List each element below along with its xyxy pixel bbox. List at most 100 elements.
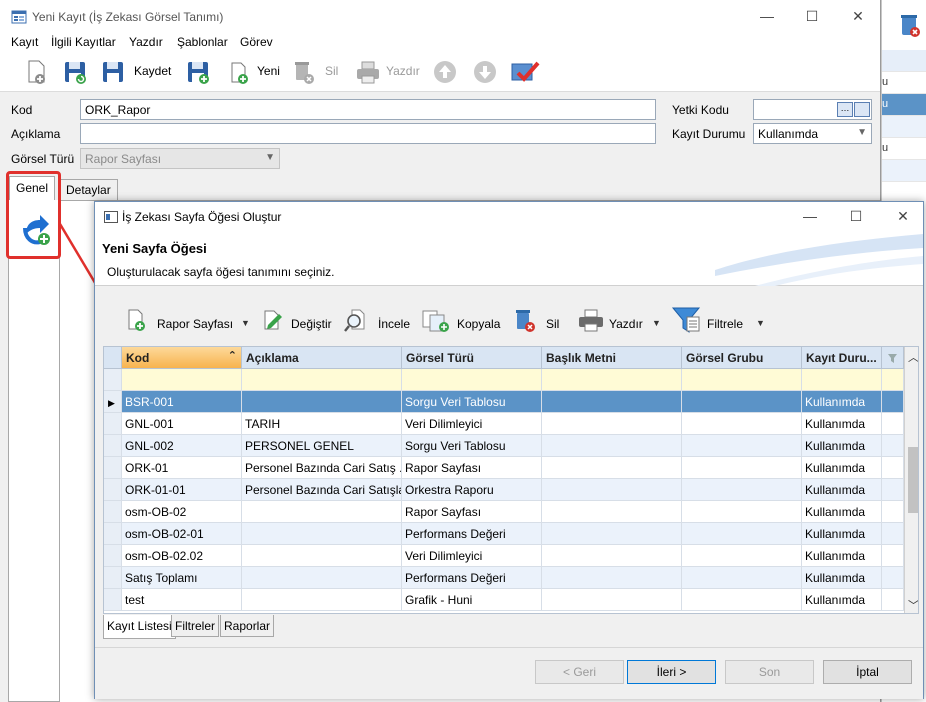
- next-button[interactable]: İleri >: [627, 660, 716, 684]
- grid-cell-kod[interactable]: GNL-002: [122, 435, 242, 457]
- grid-cell-grup[interactable]: [682, 501, 802, 523]
- save-refresh-icon[interactable]: [63, 58, 89, 86]
- close-button[interactable]: ✕: [843, 6, 873, 26]
- sil-dialog-button[interactable]: Sil: [546, 317, 559, 331]
- tab-detaylar[interactable]: Detaylar: [59, 179, 118, 200]
- filtrele-dropdown-icon[interactable]: ▼: [756, 318, 765, 328]
- menu-gorev[interactable]: Görev: [240, 35, 273, 49]
- incele-button[interactable]: İncele: [378, 317, 410, 331]
- grid-cell-baslik[interactable]: [542, 479, 682, 501]
- approve-check-icon[interactable]: [510, 58, 540, 86]
- column-header-aciklama[interactable]: Açıklama: [242, 347, 402, 369]
- save-new-icon[interactable]: [186, 58, 212, 86]
- recycle-bin-icon[interactable]: [898, 12, 922, 38]
- grid-cell-baslik[interactable]: [542, 413, 682, 435]
- grid-cell-grup[interactable]: [682, 545, 802, 567]
- kod-input[interactable]: ORK_Rapor: [80, 99, 656, 120]
- grid-cell-gorsel-turu[interactable]: Orkestra Raporu: [402, 479, 542, 501]
- scroll-up-icon[interactable]: ︿: [908, 349, 918, 365]
- column-header-kod[interactable]: Kod ⌃: [122, 347, 242, 369]
- column-header-kayit-durumu[interactable]: Kayıt Duru...: [802, 347, 882, 369]
- grid-cell-baslik[interactable]: [542, 391, 682, 413]
- yazdir-dialog-button[interactable]: Yazdır: [609, 317, 643, 331]
- grid-cell-aciklama[interactable]: PERSONEL GENEL: [242, 435, 402, 457]
- grid-cell-grup[interactable]: [682, 567, 802, 589]
- grid-cell-gorsel-turu[interactable]: Performans Değeri: [402, 523, 542, 545]
- grid-cell-aciklama[interactable]: Personel Bazında Cari Satış ...: [242, 457, 402, 479]
- filter-cell-kod[interactable]: [122, 369, 242, 391]
- grid-cell-aciklama[interactable]: [242, 523, 402, 545]
- grid-cell-kod[interactable]: osm-OB-02.02: [122, 545, 242, 567]
- grid-cell-gorsel-turu[interactable]: Performans Değeri: [402, 567, 542, 589]
- tab-filtreler[interactable]: Filtreler: [171, 615, 220, 637]
- grid-cell-durum[interactable]: Kullanımda: [802, 545, 882, 567]
- grid-cell-baslik[interactable]: [542, 567, 682, 589]
- copy-icon[interactable]: [421, 307, 451, 333]
- save-icon[interactable]: [101, 58, 127, 86]
- printer-icon[interactable]: [576, 307, 606, 333]
- grid-cell-gorsel-turu[interactable]: Rapor Sayfası: [402, 501, 542, 523]
- aciklama-input[interactable]: [80, 123, 656, 144]
- grid-cell-gorsel-turu[interactable]: Rapor Sayfası: [402, 457, 542, 479]
- grid-cell-durum[interactable]: Kullanımda: [802, 567, 882, 589]
- filter-icon[interactable]: [671, 305, 701, 335]
- inspect-magnifier-icon[interactable]: [344, 307, 370, 333]
- column-header-baslik-metni[interactable]: Başlık Metni: [542, 347, 682, 369]
- grid-cell-gorsel-turu[interactable]: Sorgu Veri Tablosu: [402, 391, 542, 413]
- grid-cell-baslik[interactable]: [542, 501, 682, 523]
- grid-cell-durum[interactable]: Kullanımda: [802, 435, 882, 457]
- filter-cell-aciklama[interactable]: [242, 369, 402, 391]
- dialog-maximize-button[interactable]: ☐: [841, 206, 871, 226]
- rapor-sayfasi-button[interactable]: Rapor Sayfası: [157, 317, 233, 331]
- filter-cell-durum[interactable]: [802, 369, 882, 391]
- rapor-sayfasi-dropdown-icon[interactable]: ▼: [241, 318, 250, 328]
- filter-cell-grup[interactable]: [682, 369, 802, 391]
- grid-cell-grup[interactable]: [682, 413, 802, 435]
- minimize-button[interactable]: —: [752, 6, 782, 26]
- grid-cell-grup[interactable]: [682, 523, 802, 545]
- menu-yazdir[interactable]: Yazdır: [129, 35, 163, 49]
- grid-cell-aciklama[interactable]: [242, 391, 402, 413]
- grid-cell-baslik[interactable]: [542, 457, 682, 479]
- yazdir-dropdown-icon[interactable]: ▼: [652, 318, 661, 328]
- filter-cell-gorsel-turu[interactable]: [402, 369, 542, 391]
- grid-cell-gorsel-turu[interactable]: Sorgu Veri Tablosu: [402, 435, 542, 457]
- ellipsis-button[interactable]: …: [837, 102, 853, 117]
- maximize-button[interactable]: ☐: [797, 6, 827, 26]
- grid-cell-aciklama[interactable]: TARIH: [242, 413, 402, 435]
- grid-cell-durum[interactable]: Kullanımda: [802, 479, 882, 501]
- grid-cell-durum[interactable]: Kullanımda: [802, 523, 882, 545]
- grid-cell-gorsel-turu[interactable]: Veri Dilimleyici: [402, 545, 542, 567]
- grid-cell-baslik[interactable]: [542, 589, 682, 611]
- tab-kayit-listesi[interactable]: Kayıt Listesi: [103, 615, 176, 639]
- dialog-close-button[interactable]: ✕: [888, 206, 918, 226]
- scrollbar-thumb[interactable]: [908, 447, 918, 513]
- grid-cell-aciklama[interactable]: [242, 567, 402, 589]
- grid-cell-baslik[interactable]: [542, 523, 682, 545]
- grid-cell-kod[interactable]: Satış Toplamı: [122, 567, 242, 589]
- new-document-icon[interactable]: [227, 58, 253, 86]
- grid-cell-grup[interactable]: [682, 435, 802, 457]
- grid-cell-kod[interactable]: BSR-001: [122, 391, 242, 413]
- menu-sablonlar[interactable]: Şablonlar: [177, 35, 228, 49]
- kaydet-button[interactable]: Kaydet: [134, 64, 171, 78]
- grid-cell-kod[interactable]: osm-OB-02-01: [122, 523, 242, 545]
- grid-cell-grup[interactable]: [682, 589, 802, 611]
- filtrele-button[interactable]: Filtrele: [707, 317, 743, 331]
- grid-cell-baslik[interactable]: [542, 545, 682, 567]
- kopyala-button[interactable]: Kopyala: [457, 317, 500, 331]
- lookup-list-icon[interactable]: [854, 102, 870, 117]
- edit-document-icon[interactable]: [261, 307, 285, 333]
- grid-cell-aciklama[interactable]: [242, 501, 402, 523]
- grid-cell-grup[interactable]: [682, 457, 802, 479]
- cancel-button[interactable]: İptal: [823, 660, 912, 684]
- filter-cell-baslik[interactable]: [542, 369, 682, 391]
- degistir-button[interactable]: Değiştir: [291, 317, 332, 331]
- grid-cell-gorsel-turu[interactable]: Veri Dilimleyici: [402, 413, 542, 435]
- grid-cell-kod[interactable]: ORK-01: [122, 457, 242, 479]
- grid-cell-gorsel-turu[interactable]: Grafik - Huni: [402, 589, 542, 611]
- grid-cell-durum[interactable]: Kullanımda: [802, 501, 882, 523]
- grid-cell-durum[interactable]: Kullanımda: [802, 413, 882, 435]
- delete-icon[interactable]: [513, 307, 537, 333]
- grid-cell-grup[interactable]: [682, 391, 802, 413]
